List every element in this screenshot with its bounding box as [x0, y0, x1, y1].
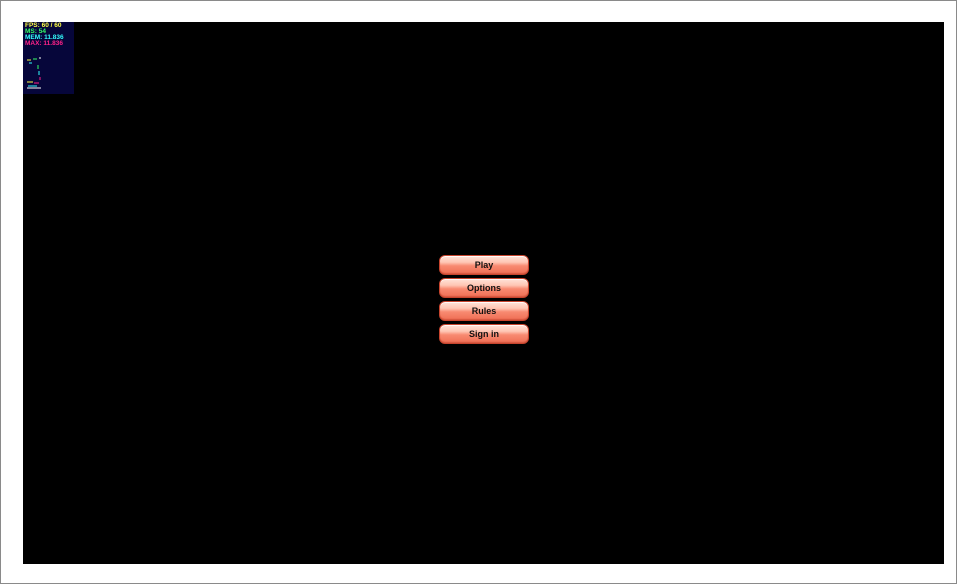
performance-stats-panel: FPS: 60 / 60 MS: 54 MEM: 11.836 MAX: 11.… [23, 22, 74, 94]
main-menu: Play Options Rules Sign in [439, 255, 529, 344]
page-frame: FPS: 60 / 60 MS: 54 MEM: 11.836 MAX: 11.… [0, 0, 957, 584]
play-button[interactable]: Play [439, 255, 529, 275]
stats-graph [27, 57, 41, 89]
rules-button[interactable]: Rules [439, 301, 529, 321]
options-button[interactable]: Options [439, 278, 529, 298]
max-readout: MAX: 11.836 [25, 40, 63, 47]
game-canvas[interactable]: FPS: 60 / 60 MS: 54 MEM: 11.836 MAX: 11.… [23, 22, 944, 564]
sign-in-button[interactable]: Sign in [439, 324, 529, 344]
